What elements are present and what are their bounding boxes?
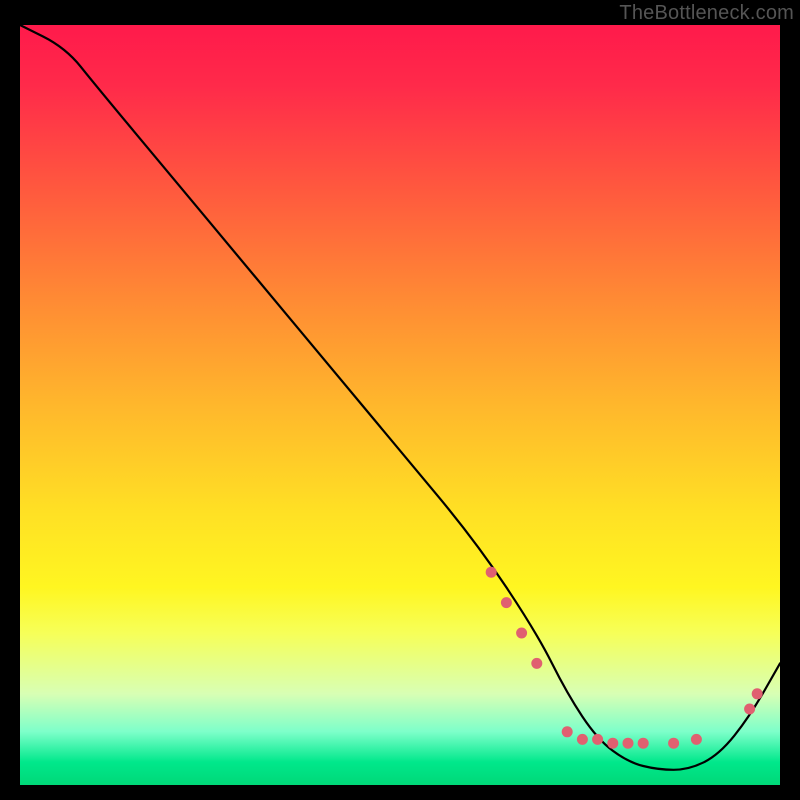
bottleneck-curve xyxy=(20,25,780,770)
highlight-dot xyxy=(562,726,573,737)
highlight-dot xyxy=(623,738,634,749)
highlight-dot xyxy=(744,704,755,715)
chart-frame: TheBottleneck.com xyxy=(0,0,800,800)
highlight-dot xyxy=(668,738,679,749)
highlight-dot xyxy=(501,597,512,608)
highlight-dot xyxy=(486,567,497,578)
highlight-dot xyxy=(531,658,542,669)
highlight-dot xyxy=(607,738,618,749)
highlight-dot xyxy=(691,734,702,745)
highlight-dot xyxy=(577,734,588,745)
highlight-dot xyxy=(592,734,603,745)
curve-svg xyxy=(20,25,780,785)
highlight-dot xyxy=(752,688,763,699)
highlight-dots xyxy=(486,567,763,749)
watermark-text: TheBottleneck.com xyxy=(619,2,794,25)
highlight-dot xyxy=(516,628,527,639)
highlight-dot xyxy=(638,738,649,749)
plot-area xyxy=(20,25,780,785)
